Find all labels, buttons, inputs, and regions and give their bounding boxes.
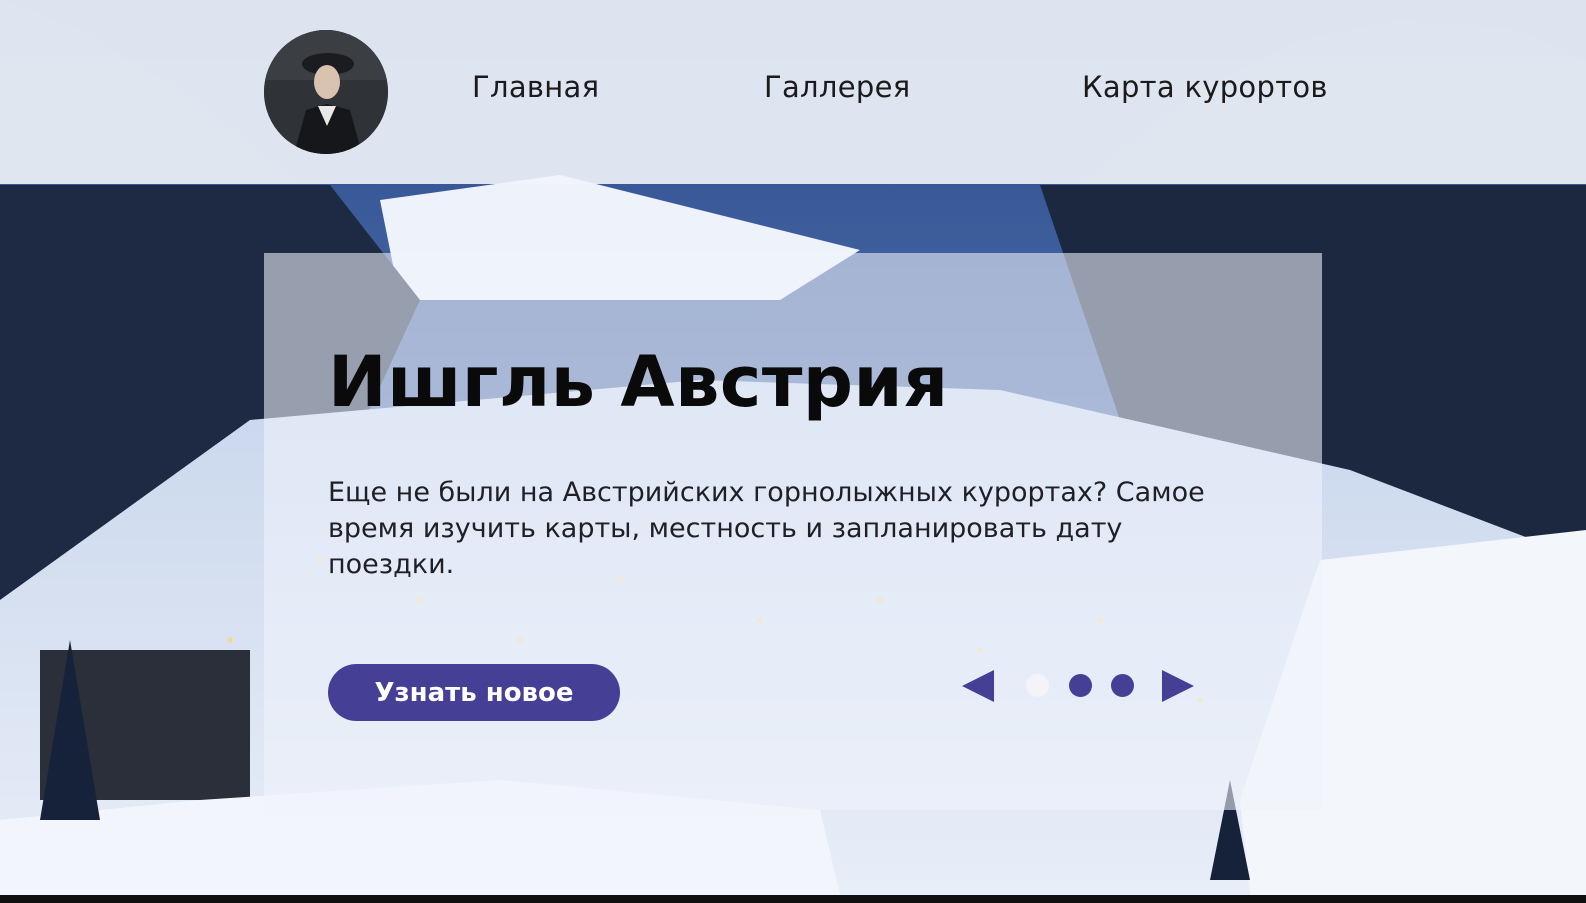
prev-slide-icon[interactable] [960,668,996,708]
nav-link-home[interactable]: Главная [472,70,599,104]
slide-dot-3[interactable] [1111,674,1134,697]
slide-dot-1[interactable] [1026,674,1049,697]
slide-dot-2[interactable] [1069,674,1092,697]
avatar-portrait-icon [264,30,388,154]
header: Главная Галлерея Карта курортов [0,0,1586,184]
avatar[interactable] [264,30,388,154]
next-slide-icon[interactable] [1160,668,1196,708]
nav-link-resort-map[interactable]: Карта курортов [1082,70,1328,104]
bottom-strip [0,895,1586,903]
hero-description: Еще не были на Австрийских горнолыжных к… [328,477,1205,580]
learn-more-button[interactable]: Узнать новое [328,664,620,721]
nav-link-gallery[interactable]: Галлерея [764,70,910,104]
hero-card: Ишгль Австрия Еще не были на Австрийских… [264,253,1322,810]
hero-title: Ишгль Австрия [328,341,949,423]
slider-controls [960,665,1200,707]
